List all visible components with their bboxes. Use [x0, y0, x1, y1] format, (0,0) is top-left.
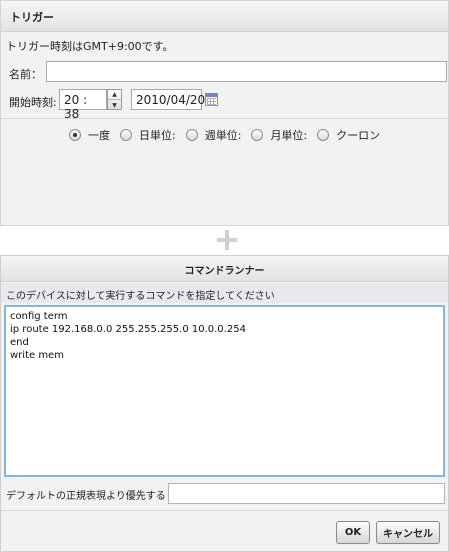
regex-override-input[interactable] [168, 483, 445, 504]
radio-cron[interactable] [317, 129, 330, 141]
start-time-input[interactable]: 20 : 38 [59, 89, 107, 121]
radio-monthly[interactable] [251, 129, 264, 141]
recurrence-daily[interactable]: 日単位: [120, 127, 176, 143]
recurrence-options: 一度 日単位: 週単位: 月単位: クーロン [69, 127, 390, 143]
plus-icon [215, 228, 239, 252]
command-textarea[interactable]: config term ip route 192.168.0.0 255.255… [4, 305, 445, 477]
command-runner-panel: コマンドランナー このデバイスに対して実行するコマンドを指定してください con… [0, 255, 449, 552]
radio-label: 月単位: [270, 129, 308, 142]
cancel-button[interactable]: キャンセル [376, 521, 440, 544]
recurrence-monthly[interactable]: 月単位: [251, 127, 307, 143]
radio-label: 一度 [88, 129, 110, 142]
regex-override-label: デフォルトの正規表現より優先する [6, 491, 166, 502]
name-label: 名前： [9, 68, 42, 81]
trigger-panel: トリガー トリガー時刻はGMT+9:00です。 名前： 開始時刻: 20 : 3… [0, 0, 449, 226]
recurrence-once[interactable]: 一度 [69, 127, 110, 143]
time-spinner[interactable]: ▲ ▼ [107, 89, 122, 110]
radio-label: 日単位: [139, 129, 176, 142]
spin-up-icon[interactable]: ▲ [108, 90, 121, 100]
divider [1, 118, 448, 119]
radio-weekly[interactable] [185, 129, 198, 141]
recurrence-cron[interactable]: クーロン [317, 127, 380, 143]
timezone-note: トリガー時刻はGMT+9:00です。 [6, 40, 174, 53]
ok-button[interactable]: OK [336, 521, 370, 544]
radio-label: クーロン [336, 129, 381, 142]
start-date-input[interactable]: 2010/04/20 [131, 89, 205, 110]
trigger-title: トリガー [1, 1, 448, 32]
radio-daily[interactable] [120, 129, 132, 141]
name-input[interactable] [46, 61, 447, 82]
calendar-icon[interactable] [205, 93, 218, 106]
recurrence-weekly[interactable]: 週単位: [185, 127, 242, 143]
start-time-label: 開始時刻: [9, 96, 57, 109]
radio-label: 週単位: [204, 129, 242, 142]
radio-once[interactable] [69, 129, 81, 141]
divider [1, 510, 448, 511]
spin-down-icon[interactable]: ▼ [108, 100, 121, 110]
runner-instruction: このデバイスに対して実行するコマンドを指定してください [1, 283, 448, 303]
runner-title: コマンドランナー [1, 256, 448, 282]
